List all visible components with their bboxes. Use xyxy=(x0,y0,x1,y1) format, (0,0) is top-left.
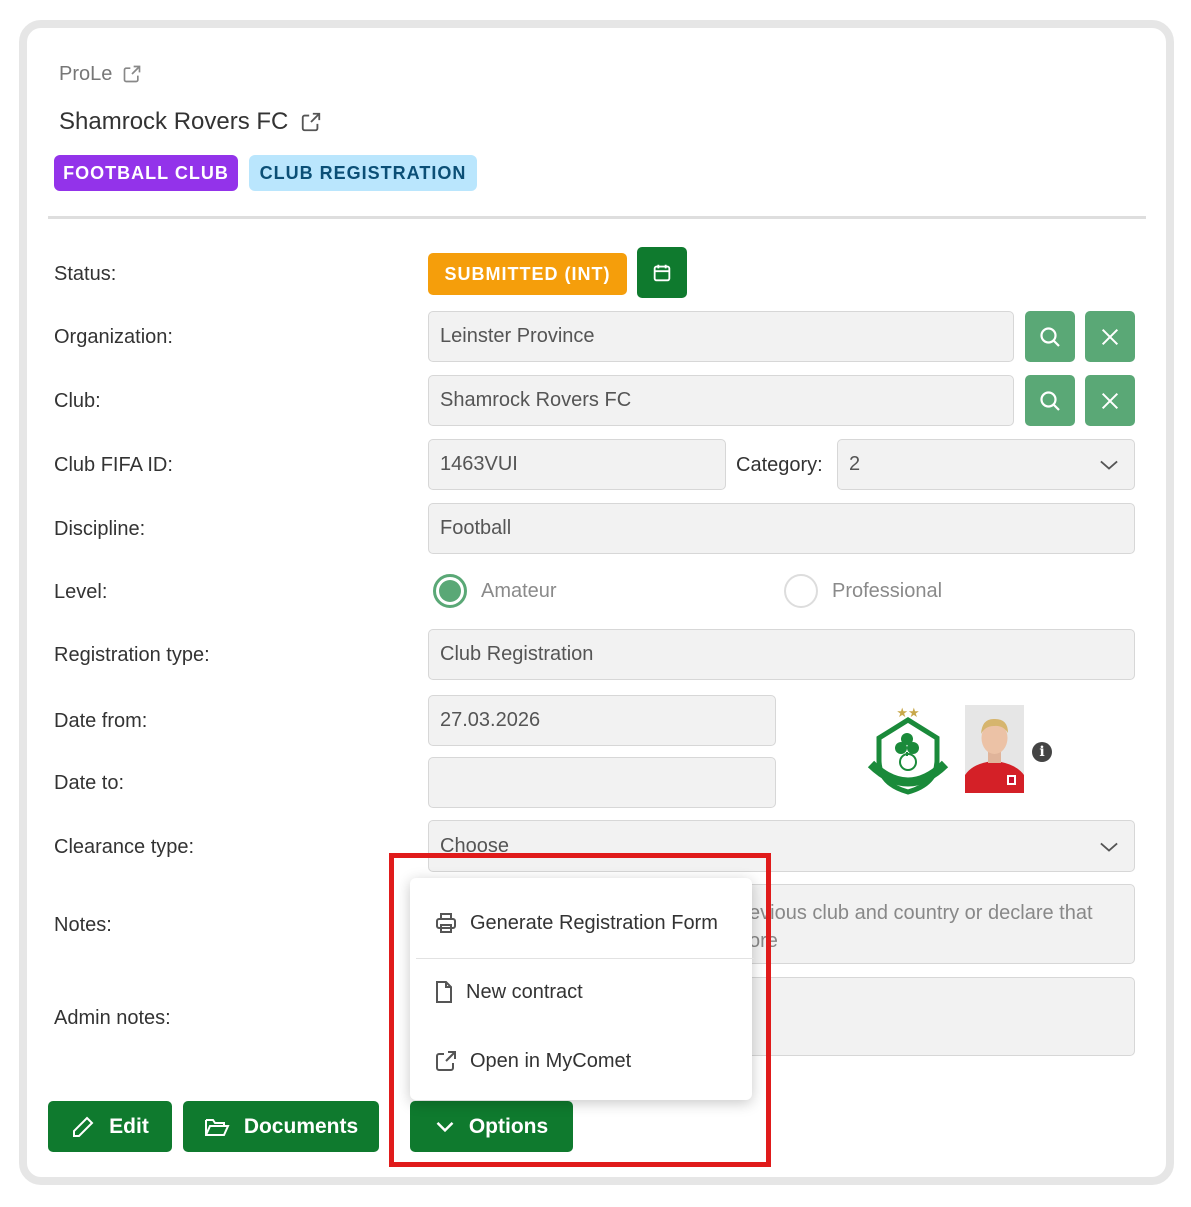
level-label: Level: xyxy=(54,581,108,603)
notes-text-line1: evious club and country or declare that xyxy=(749,902,1093,924)
close-icon xyxy=(1101,328,1119,345)
registration-type-field[interactable]: Club Registration xyxy=(428,629,1135,680)
professional-label: Professional xyxy=(832,579,943,602)
close-icon xyxy=(1101,392,1119,409)
category-label: Category: xyxy=(736,454,823,476)
breadcrumb-label[interactable]: ProLe xyxy=(59,63,112,86)
calendar-button[interactable] xyxy=(637,247,687,298)
external-link-icon[interactable] xyxy=(122,64,144,86)
football-club-badge: FOOTBALL CLUB xyxy=(54,155,238,191)
pencil-icon xyxy=(73,1116,94,1137)
club-clear-button[interactable] xyxy=(1085,375,1135,426)
organization-field[interactable]: Leinster Province xyxy=(428,311,1014,362)
info-icon[interactable]: i xyxy=(1032,742,1052,762)
discipline-field[interactable]: Football xyxy=(428,503,1135,554)
date-from-label: Date from: xyxy=(54,710,148,732)
chevron-down-icon xyxy=(1100,460,1118,470)
admin-notes-label: Admin notes: xyxy=(54,1007,171,1029)
calendar-icon xyxy=(653,264,671,281)
club-title[interactable]: Shamrock Rovers FC xyxy=(59,108,288,136)
external-link-icon[interactable] xyxy=(300,111,322,133)
folder-open-icon xyxy=(204,1118,230,1136)
club-fifa-id-field[interactable]: 1463VUI xyxy=(428,439,726,490)
documents-label: Documents xyxy=(243,1114,359,1138)
notes-label: Notes: xyxy=(54,914,112,936)
search-icon xyxy=(1040,326,1060,347)
divider xyxy=(48,216,1146,219)
professional-radio[interactable] xyxy=(784,574,818,608)
breadcrumb[interactable]: ProLe xyxy=(59,63,144,86)
club-fifa-id-label: Club FIFA ID: xyxy=(54,454,173,476)
category-select[interactable]: 2 xyxy=(837,439,1135,490)
amateur-radio[interactable] xyxy=(433,574,467,608)
club-field[interactable]: Shamrock Rovers FC xyxy=(428,375,1014,426)
date-from-field[interactable]: 27.03.2026 xyxy=(428,695,776,746)
edit-label: Edit xyxy=(109,1114,149,1138)
documents-button[interactable]: Documents xyxy=(183,1101,379,1152)
club-logo: ★★ xyxy=(865,704,951,796)
status-label: Status: xyxy=(54,263,117,285)
player-photo xyxy=(965,705,1024,793)
level-amateur-option[interactable]: Amateur xyxy=(433,574,557,608)
search-icon xyxy=(1040,390,1060,411)
amateur-label: Amateur xyxy=(481,579,557,602)
page-title[interactable]: Shamrock Rovers FC xyxy=(59,108,322,136)
club-label: Club: xyxy=(54,390,101,412)
discipline-label: Discipline: xyxy=(54,518,146,540)
organization-clear-button[interactable] xyxy=(1085,311,1135,362)
edit-button[interactable]: Edit xyxy=(48,1101,172,1152)
clearance-type-label: Clearance type: xyxy=(54,836,195,858)
level-professional-option[interactable]: Professional xyxy=(784,574,942,608)
highlight-box xyxy=(389,853,771,1167)
organization-search-button[interactable] xyxy=(1025,311,1075,362)
registration-type-label: Registration type: xyxy=(54,644,210,666)
date-to-label: Date to: xyxy=(54,772,125,794)
chevron-down-icon xyxy=(1100,842,1118,852)
status-badge: SUBMITTED (INT) xyxy=(428,253,627,295)
date-to-field[interactable] xyxy=(428,757,776,808)
category-value: 2 xyxy=(849,453,861,475)
organization-label: Organization: xyxy=(54,326,173,348)
club-search-button[interactable] xyxy=(1025,375,1075,426)
club-registration-badge: CLUB REGISTRATION xyxy=(249,155,477,191)
